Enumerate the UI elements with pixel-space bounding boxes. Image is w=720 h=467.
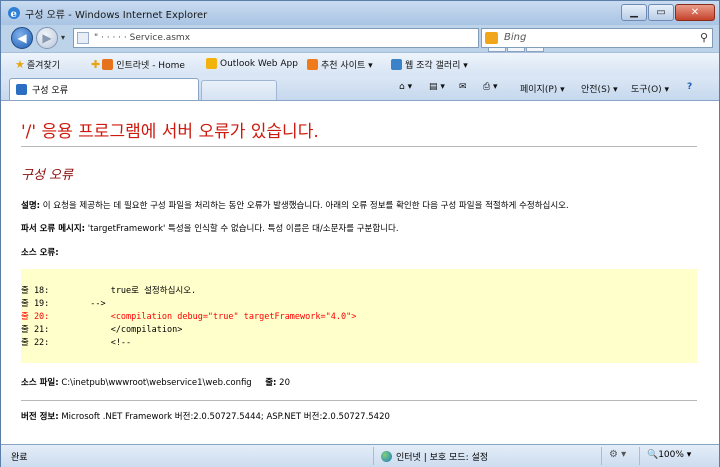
zoom-level[interactable]: 🔍100% ▾ xyxy=(647,450,691,460)
favorite-item-intranet[interactable]: ✚ 인트라넷 - Home xyxy=(91,58,185,71)
description-text: 이 요청을 제공하는 데 필요한 구성 파일을 처리하는 동안 오류가 발생했습… xyxy=(42,201,569,211)
description-label: 설명: xyxy=(21,201,41,211)
favorites-button[interactable]: ★ 즐겨찾기 xyxy=(15,58,60,71)
outlook-icon xyxy=(206,58,217,69)
popup-blocker-icon[interactable]: ⚙ ▾ xyxy=(609,449,626,460)
search-box[interactable]: Bing ⚲ xyxy=(481,28,713,48)
favorites-label: 즐겨찾기 xyxy=(26,61,60,71)
zone-text: 인터넷 | 보호 모드: 설정 xyxy=(396,453,489,463)
window-title: 구성 오류 - Windows Internet Explorer xyxy=(25,10,208,21)
tab-current[interactable]: 구성 오류 xyxy=(9,78,199,100)
source-error-label: 소스 오류: xyxy=(21,248,59,258)
title-bar: e 구성 오류 - Windows Internet Explorer ▁ ▭ … xyxy=(1,1,719,25)
favorite-label: Outlook Web App xyxy=(220,58,298,69)
source-code-box: 줄 18: true로 설정하십시오. 줄 19: --> 줄 20: <com… xyxy=(21,269,697,363)
forward-arrow-icon: ▶ xyxy=(42,31,52,45)
status-separator xyxy=(373,447,374,465)
version-label: 버전 정보: xyxy=(21,412,59,422)
forward-button[interactable]: ▶ xyxy=(36,27,58,49)
history-dropdown-icon[interactable]: ▾ xyxy=(61,33,65,42)
bing-icon xyxy=(485,32,498,44)
parser-error-label: 파서 오류 메시지: xyxy=(21,224,86,234)
back-button[interactable]: ◀ xyxy=(11,27,33,49)
tab-page-icon xyxy=(16,84,27,95)
version-line: 버전 정보: Microsoft .NET Framework 버전:2.0.5… xyxy=(21,410,390,422)
security-zone[interactable]: 인터넷 | 보호 모드: 설정 xyxy=(381,450,488,463)
code-line: 줄 21: </compilation> xyxy=(21,325,183,335)
status-text: 완료 xyxy=(11,453,28,463)
parser-error-line: 파서 오류 메시지: 'targetFramework' 특성을 인식할 수 없… xyxy=(21,222,399,234)
favorite-item-suggested[interactable]: 추천 사이트 ▾ xyxy=(307,58,373,71)
minimize-icon: ▁ xyxy=(630,7,638,18)
line-number: 20 xyxy=(279,378,290,388)
help-icon[interactable]: ? xyxy=(687,82,692,92)
favorite-label: 인트라넷 - Home xyxy=(116,61,185,71)
favorite-item-web-slices[interactable]: 웹 조각 갤러리 ▾ xyxy=(391,58,468,71)
safety-menu[interactable]: 안전(S) ▾ xyxy=(581,82,618,95)
home-icon[interactable]: ⌂ ▾ xyxy=(399,82,412,92)
error-subtitle: 구성 오류 xyxy=(21,168,73,183)
code-line: 줄 18: true로 설정하십시오. xyxy=(21,286,197,296)
favorite-label: 웹 조각 갤러리 ▾ xyxy=(405,61,468,71)
tools-menu[interactable]: 도구(O) ▾ xyxy=(631,82,669,95)
source-file-label: 소스 파일: xyxy=(21,378,59,388)
divider xyxy=(21,400,697,401)
mail-icon[interactable]: ✉ xyxy=(459,82,467,92)
status-separator xyxy=(639,447,640,465)
favorite-label: 추천 사이트 ▾ xyxy=(321,61,373,71)
maximize-icon: ▭ xyxy=(656,7,666,18)
status-bar: 완료 인터넷 | 보호 모드: 설정 ⚙ ▾ 🔍100% ▾ xyxy=(1,445,719,467)
search-input[interactable]: Bing xyxy=(504,32,526,43)
window-controls: ▁ ▭ ✕ xyxy=(620,4,715,21)
favorite-item-outlook[interactable]: Outlook Web App xyxy=(206,58,298,69)
add-favorite-icon: ✚ xyxy=(91,58,101,71)
minimize-button[interactable]: ▁ xyxy=(621,4,647,21)
page-icon xyxy=(77,32,89,44)
feeds-icon[interactable]: ▤ ▾ xyxy=(429,82,445,92)
source-file-path: C:\inetpub\wwwroot\webservice1\web.confi… xyxy=(61,378,252,388)
back-arrow-icon: ◀ xyxy=(17,31,27,45)
version-text: Microsoft .NET Framework 버전:2.0.50727.54… xyxy=(61,412,390,422)
browser-window: e 구성 오류 - Windows Internet Explorer ▁ ▭ … xyxy=(0,0,720,467)
code-line: 줄 19: --> xyxy=(21,299,106,309)
address-url[interactable]: " · · · · · Service.asmx xyxy=(94,33,190,43)
page-title: '/' 응용 프로그램에 서버 오류가 있습니다. xyxy=(21,122,319,142)
code-line-error: 줄 20: <compilation debug="true" targetFr… xyxy=(21,312,357,322)
intranet-icon xyxy=(102,59,114,70)
close-icon: ✕ xyxy=(690,7,700,18)
parser-error-text: 'targetFramework' 특성을 인식할 수 없습니다. 특성 이름은… xyxy=(87,224,399,234)
close-button[interactable]: ✕ xyxy=(675,4,715,21)
page-menu[interactable]: 페이지(P) ▾ xyxy=(520,82,565,95)
tab-bar: 구성 오류 ⌂ ▾ ▤ ▾ ✉ ⎙ ▾ 페이지(P) ▾ 안전(S) ▾ 도구(… xyxy=(1,76,719,100)
svg-text:e: e xyxy=(11,9,17,20)
description-line: 설명: 이 요청을 제공하는 데 필요한 구성 파일을 처리하는 동안 오류가 … xyxy=(21,199,569,211)
source-error-heading: 소스 오류: xyxy=(21,246,59,258)
navigation-bar: ◀ ▶ ▾ " · · · · · Service.asmx ⧉ ↻ ✕ Bin… xyxy=(1,25,719,52)
suggested-sites-icon xyxy=(307,59,318,70)
page-content: '/' 응용 프로그램에 서버 오류가 있습니다. 구성 오류 설명: 이 요청… xyxy=(1,100,719,445)
favorites-bar: ★ 즐겨찾기 ✚ 인트라넷 - Home Outlook Web App 추천 … xyxy=(1,52,719,76)
source-file-line: 소스 파일: C:\inetpub\wwwroot\webservice1\we… xyxy=(21,376,290,388)
new-tab-button[interactable] xyxy=(201,80,277,100)
globe-icon xyxy=(381,451,392,462)
address-bar[interactable]: " · · · · · Service.asmx ⧉ ↻ ✕ xyxy=(73,28,544,52)
web-slice-icon xyxy=(391,59,402,70)
ie-logo-icon: e xyxy=(8,7,20,20)
tab-label: 구성 오류 xyxy=(32,86,68,96)
maximize-button[interactable]: ▭ xyxy=(648,4,674,21)
star-icon: ★ xyxy=(15,58,25,71)
search-icon[interactable]: ⚲ xyxy=(700,31,708,44)
code-line: 줄 22: <!-- xyxy=(21,338,132,348)
status-separator xyxy=(601,447,602,465)
line-label: 줄: xyxy=(265,378,277,388)
print-icon[interactable]: ⎙ ▾ xyxy=(483,82,498,92)
divider xyxy=(21,146,697,147)
